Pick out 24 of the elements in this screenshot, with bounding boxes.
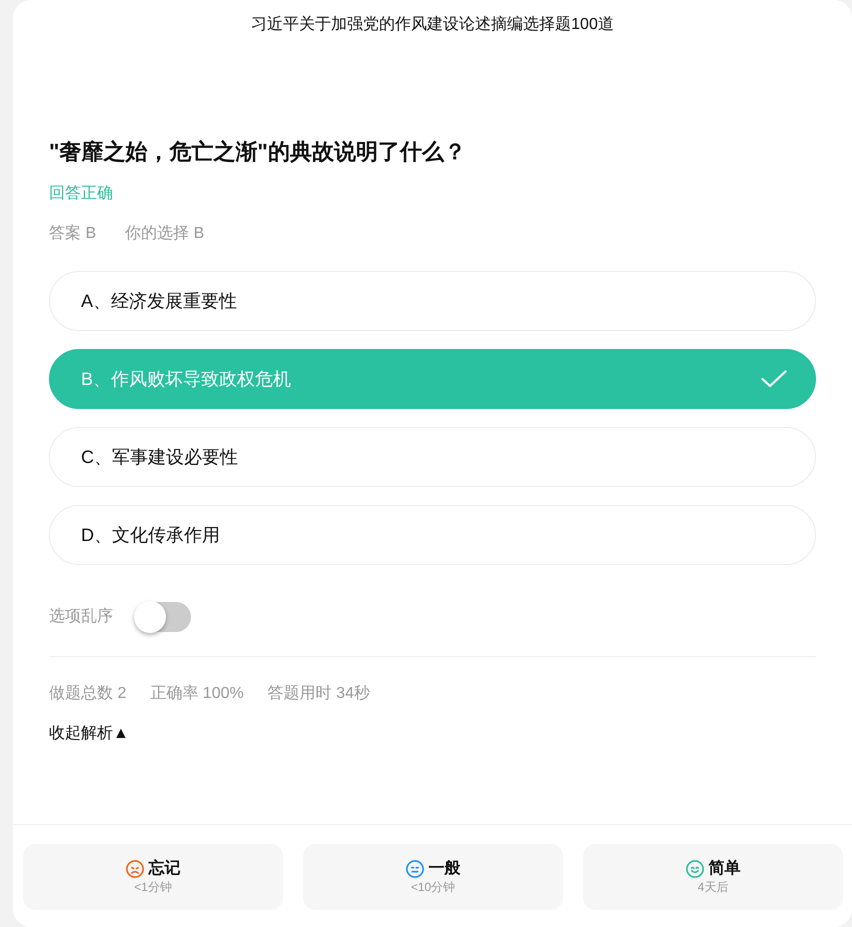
- rating-interval: 4天后: [698, 879, 728, 895]
- check-icon: [761, 370, 787, 388]
- rating-label: 简单: [708, 859, 740, 879]
- rating-button[interactable]: 忘记 <1分钟: [23, 844, 283, 910]
- rating-label: 忘记: [148, 859, 180, 879]
- answer-option[interactable]: C、军事建设必要性: [49, 427, 816, 487]
- page-title: 习近平关于加强党的作风建设论述摘编选择题100道: [251, 14, 614, 35]
- rating-button[interactable]: 简单 4天后: [583, 844, 843, 910]
- rating-button[interactable]: 一般 <10分钟: [303, 844, 563, 910]
- answer-result: 回答正确: [49, 184, 113, 204]
- rating-interval: <1分钟: [134, 879, 172, 895]
- correct-answer: 答案 B: [49, 223, 96, 244]
- stat-text: 答题用时 34秒: [268, 684, 370, 704]
- rating-interval: <10分钟: [410, 879, 456, 895]
- shuffle-label: 选项乱序: [49, 606, 113, 627]
- shuffle-toggle[interactable]: [134, 602, 191, 632]
- answer-option[interactable]: D、文化传承作用: [49, 505, 816, 565]
- stat-text: 做题总数 2: [49, 684, 126, 704]
- answer-option[interactable]: A、经济发展重要性: [49, 271, 816, 331]
- collapse-analysis-link[interactable]: 收起解析▲: [49, 722, 129, 746]
- rating-label: 一般: [428, 859, 460, 879]
- your-choice: 你的选择 B: [125, 224, 204, 244]
- stat-text: 正确率 100%: [150, 684, 244, 704]
- question-text: "奢靡之始，危亡之渐"的典故说明了什么？: [49, 138, 466, 166]
